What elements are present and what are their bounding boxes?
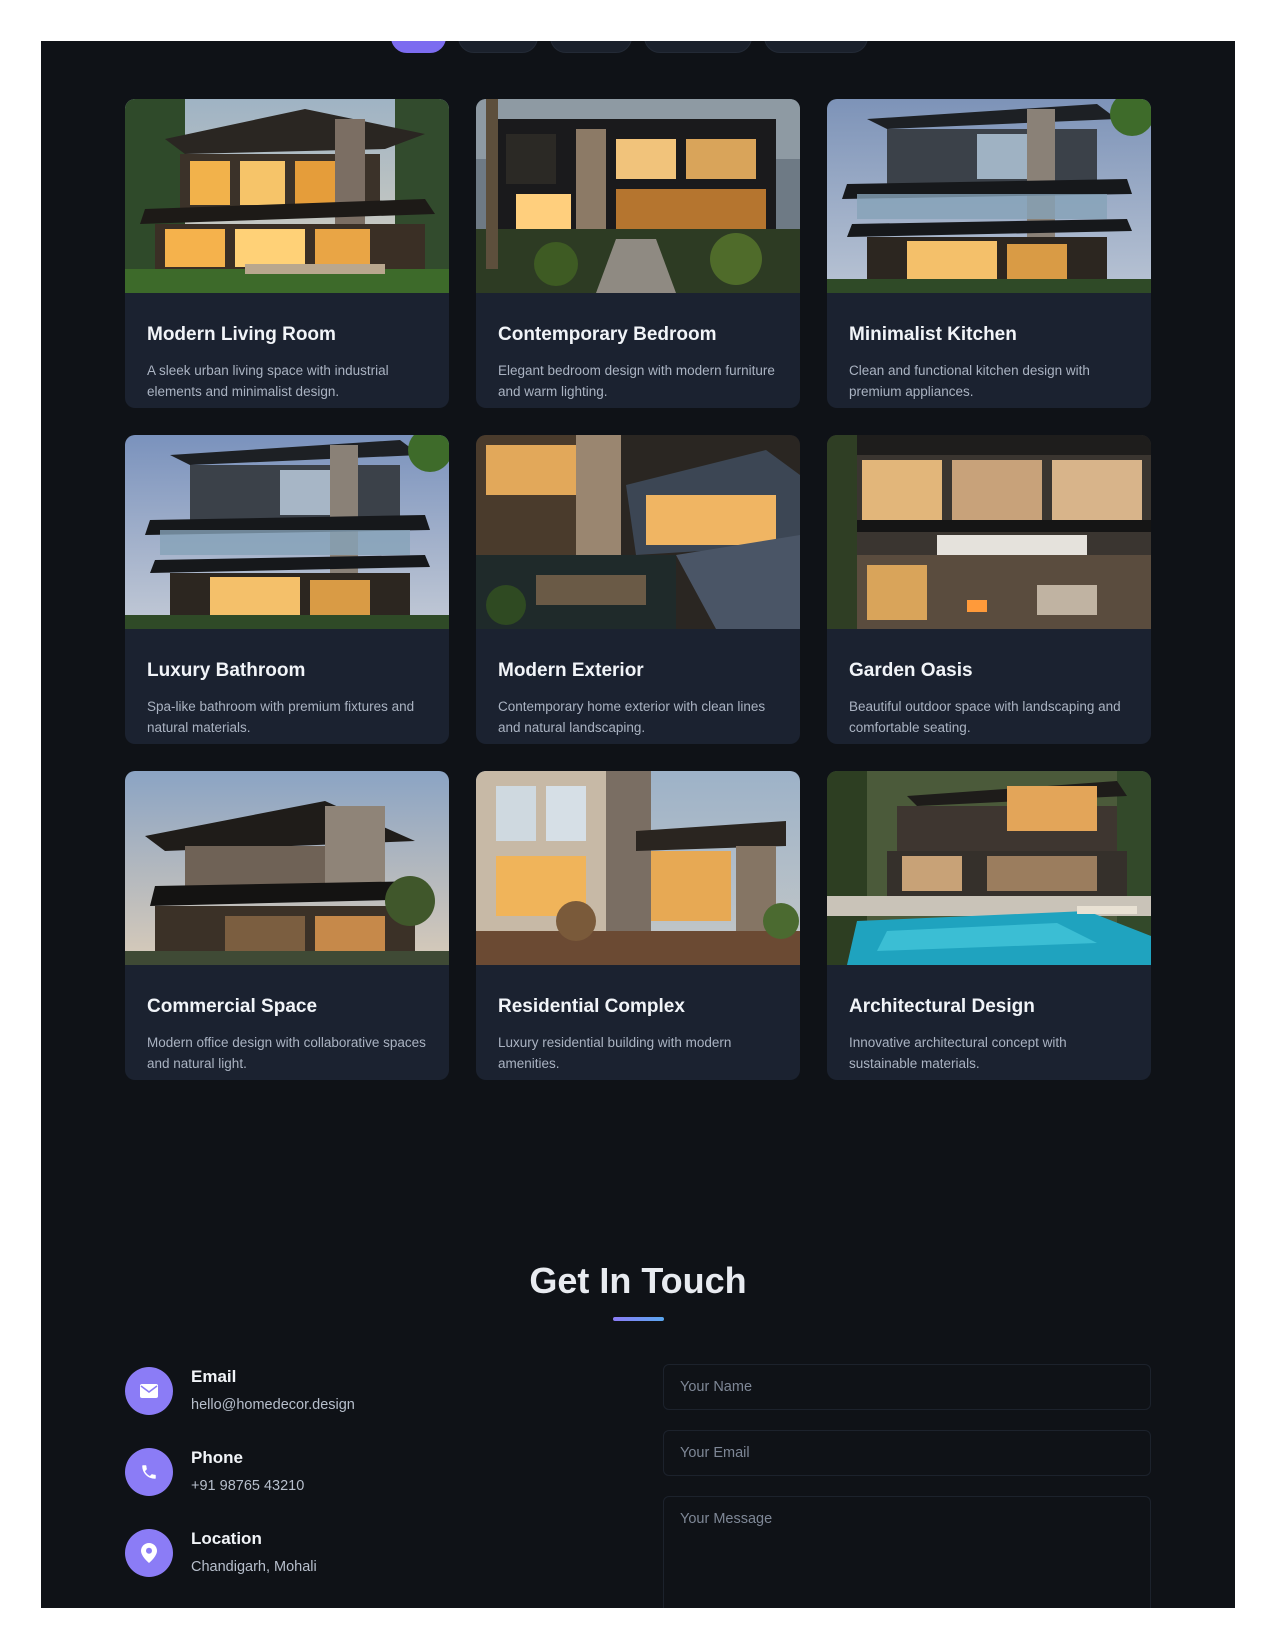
project-description: Spa-like bathroom with premium fixtures … xyxy=(147,699,415,735)
glass-balcony-house-photo xyxy=(827,99,1151,293)
project-card[interactable]: Garden Oasis Beautiful outdoor space wit… xyxy=(827,435,1151,744)
project-title: Architectural Design xyxy=(849,996,1035,1017)
filter-pill[interactable] xyxy=(550,41,632,53)
page-frame: Modern Living Room A sleek urban living … xyxy=(41,41,1235,1608)
project-title: Contemporary Bedroom xyxy=(498,324,717,345)
project-title: Modern Exterior xyxy=(498,660,644,681)
section-title: Get In Touch xyxy=(529,1260,747,1301)
glass-house-terrace-photo xyxy=(827,435,1151,629)
project-card[interactable]: Residential Complex Luxury residential b… xyxy=(476,771,800,1080)
contact-label: Location xyxy=(191,1529,262,1548)
contact-label: Email xyxy=(191,1367,237,1386)
project-title: Luxury Bathroom xyxy=(147,660,306,681)
pool-house-photo xyxy=(827,771,1151,965)
contact-form: Your Name Your Email Your Message xyxy=(663,1364,1151,1608)
filter-pill[interactable] xyxy=(391,41,446,53)
project-card[interactable]: Contemporary Bedroom Elegant bedroom des… xyxy=(476,99,800,408)
phone-icon xyxy=(125,1448,173,1496)
project-card[interactable]: Architectural Design Innovative architec… xyxy=(827,771,1151,1080)
modern-stone-house-photo xyxy=(125,99,449,293)
filter-bar xyxy=(391,41,868,53)
project-card[interactable]: Luxury Bathroom Spa-like bathroom with p… xyxy=(125,435,449,744)
project-description: A sleek urban living space with industri… xyxy=(147,363,389,399)
project-description: Innovative architectural concept with su… xyxy=(849,1035,1067,1071)
contact-info-phone: Phone +91 98765 43210 xyxy=(125,1448,355,1529)
message-textarea[interactable]: Your Message xyxy=(663,1496,1151,1608)
filter-pill[interactable] xyxy=(458,41,538,53)
project-description: Modern office design with collaborative … xyxy=(147,1035,426,1071)
filter-pill[interactable] xyxy=(644,41,752,53)
contact-value: hello@homedecor.design xyxy=(191,1397,355,1413)
project-title: Commercial Space xyxy=(147,996,318,1017)
project-title: Garden Oasis xyxy=(849,660,973,681)
project-card[interactable]: Modern Living Room A sleek urban living … xyxy=(125,99,449,408)
dark-modern-house-photo xyxy=(476,99,800,293)
cantilever-house-photo xyxy=(125,771,449,965)
contact-value: Chandigarh, Mohali xyxy=(191,1559,317,1575)
project-title: Residential Complex xyxy=(498,996,685,1017)
project-title: Modern Living Room xyxy=(147,324,336,345)
project-description: Contemporary home exterior with clean li… xyxy=(498,699,766,735)
contact-info-email: Email hello@homedecor.design xyxy=(125,1367,355,1448)
project-card[interactable]: Modern Exterior Contemporary home exteri… xyxy=(476,435,800,744)
project-description: Elegant bedroom design with modern furni… xyxy=(498,363,775,399)
name-input[interactable]: Your Name xyxy=(663,1364,1151,1410)
envelope-icon xyxy=(125,1367,173,1415)
contact-info-location: Location Chandigarh, Mohali xyxy=(125,1529,355,1608)
project-card[interactable]: Minimalist Kitchen Clean and functional … xyxy=(827,99,1151,408)
email-input[interactable]: Your Email xyxy=(663,1430,1151,1476)
project-description: Clean and functional kitchen design with… xyxy=(849,363,1090,399)
project-title: Minimalist Kitchen xyxy=(849,324,1017,345)
contact-info-list: Email hello@homedecor.design Phone +91 9… xyxy=(125,1367,355,1608)
project-description: Beautiful outdoor space with landscaping… xyxy=(849,699,1121,735)
contact-label: Phone xyxy=(191,1448,243,1467)
title-underline xyxy=(613,1317,664,1321)
glass-balcony-house-photo xyxy=(125,435,449,629)
map-pin-icon xyxy=(125,1529,173,1577)
project-grid: Modern Living Room A sleek urban living … xyxy=(125,99,1151,1080)
contact-value: +91 98765 43210 xyxy=(191,1478,305,1494)
project-card[interactable]: Commercial Space Modern office design wi… xyxy=(125,771,449,1080)
stone-patio-house-photo xyxy=(476,771,800,965)
stone-house-courtyard-photo xyxy=(476,435,800,629)
filter-pill[interactable] xyxy=(764,41,868,53)
project-description: Luxury residential building with modern … xyxy=(498,1035,732,1071)
